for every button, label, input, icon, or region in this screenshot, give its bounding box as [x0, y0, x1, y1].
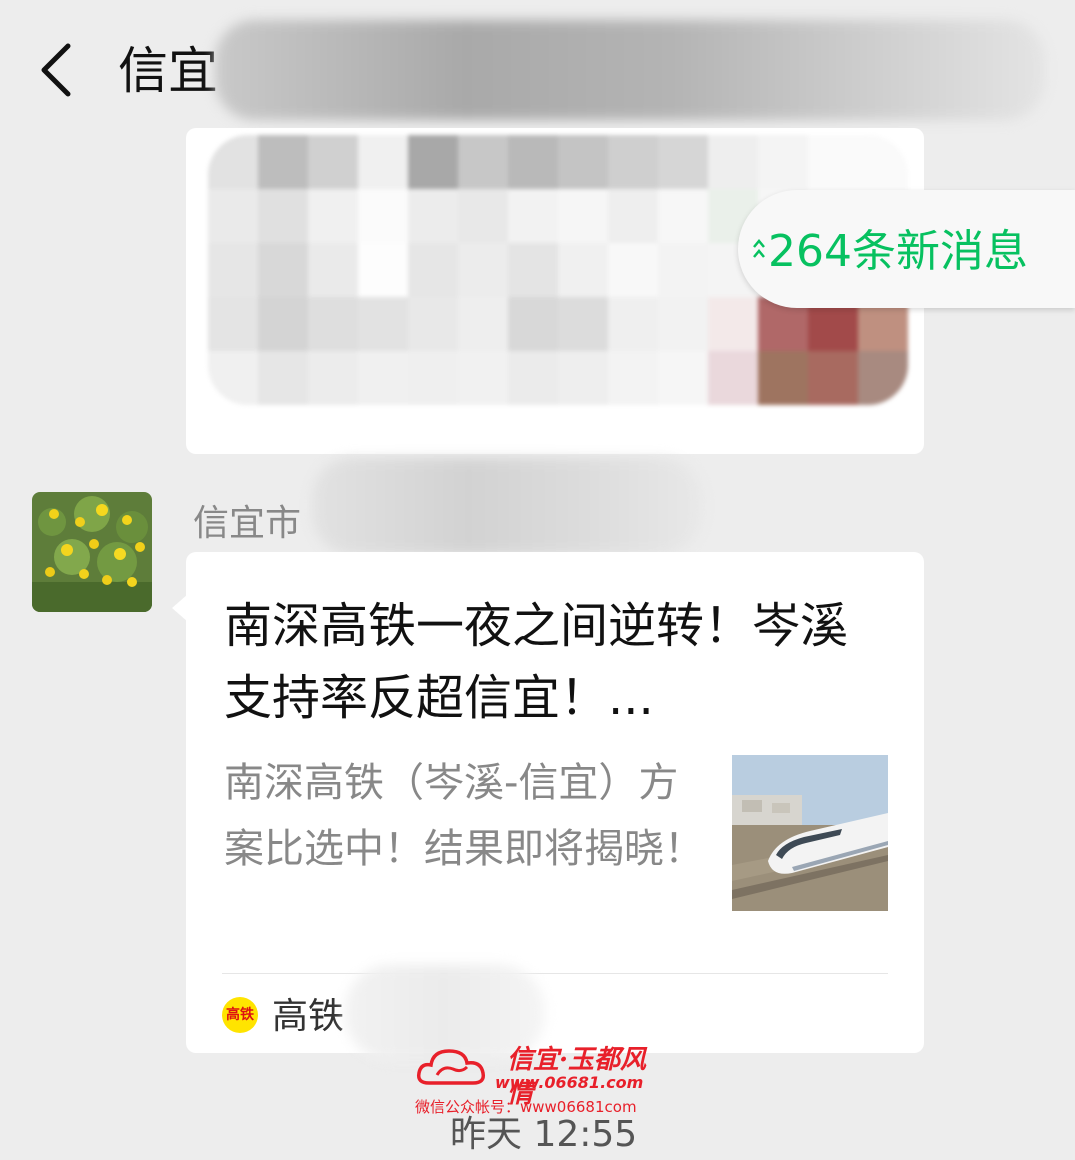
- cloud-logo-icon: [416, 1049, 486, 1085]
- article-thumbnail: [732, 755, 888, 911]
- high-speed-train-icon: [732, 755, 888, 911]
- back-arrow-icon[interactable]: [34, 40, 84, 100]
- double-up-arrow-icon: [753, 239, 765, 258]
- redacted-title: [215, 20, 1045, 120]
- card-divider: [222, 973, 888, 974]
- watermark: 信宜·玉都风情 www.06681.com 微信公众帐号：www06681com: [415, 1043, 665, 1118]
- sender-avatar[interactable]: [32, 492, 152, 612]
- source-account-name: 高铁: [272, 996, 345, 1037]
- message-timestamp: 昨天 12:55: [450, 1114, 638, 1155]
- redacted-sender-name: [312, 458, 702, 554]
- article-description: 南深高铁（岑溪-信宜）方案比选中！结果即将揭晓！: [224, 760, 704, 872]
- chat-title: 信宜: [118, 42, 218, 100]
- watermark-url: www.06681.com: [495, 1073, 644, 1092]
- flower-bush-icon: [32, 492, 152, 612]
- sender-name: 信宜市: [193, 503, 302, 544]
- article-title[interactable]: 南深高铁一夜之间逆转！岑溪支持率反超信宜！...: [224, 590, 864, 734]
- new-messages-label: 264条新消息: [768, 226, 1028, 277]
- source-account-icon: 高铁: [222, 997, 258, 1033]
